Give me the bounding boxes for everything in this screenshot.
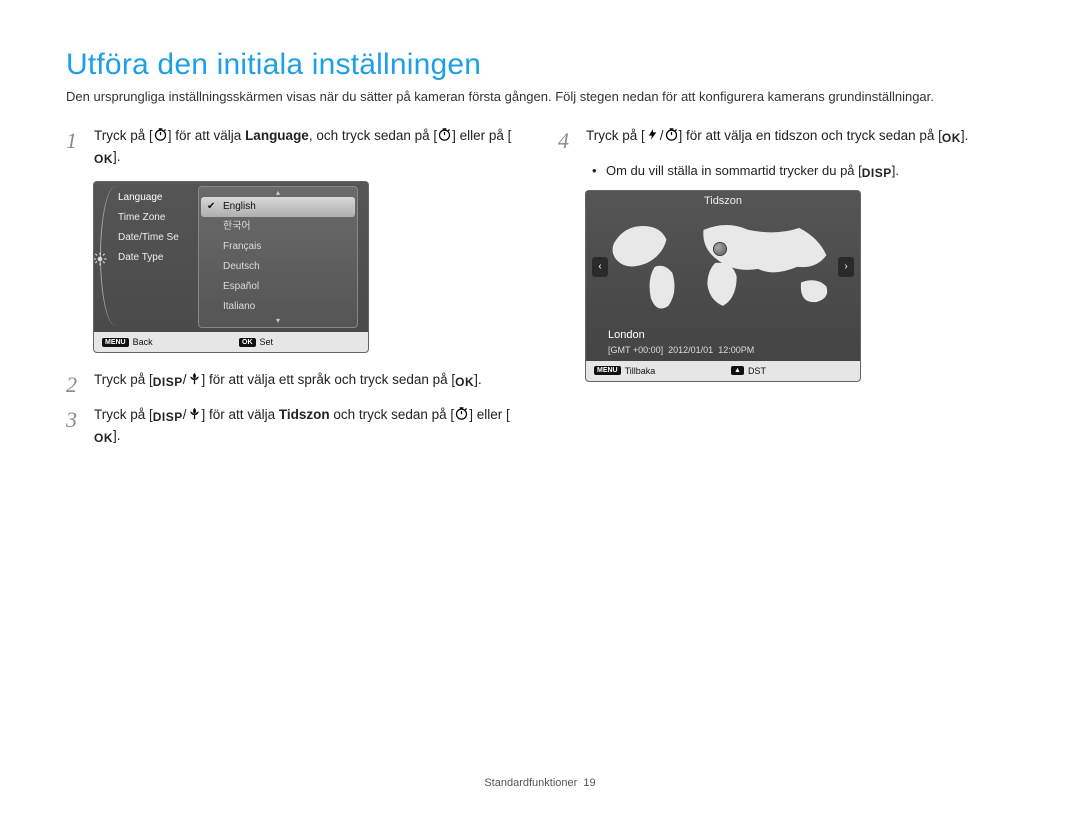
timer-icon — [664, 127, 679, 142]
step-text: och tryck sedan på [ — [330, 407, 455, 422]
tz-next-arrow: › — [838, 257, 854, 277]
tz-info: [GMT +00:00] 2012/01/01 12:00PM — [608, 345, 754, 355]
left-column: 1 Tryck på [] för att välja Language, oc… — [66, 126, 522, 461]
ok-icon: OK — [942, 131, 961, 146]
step-number: 4 — [558, 124, 569, 158]
right-column: 4 Tryck på [/] för att välja en tidszon … — [558, 126, 1014, 461]
step-text: ]. — [113, 149, 121, 164]
step-number: 2 — [66, 368, 77, 402]
footer-section: Standardfunktioner — [484, 777, 577, 789]
footer-page: 19 — [583, 777, 595, 789]
step-text: ] för att välja en tidszon och tryck sed… — [679, 128, 942, 143]
ok-icon: OK — [455, 375, 474, 390]
step-4-sub: Om du vill ställa in sommartid trycker d… — [558, 161, 1014, 181]
disp-icon: DISP — [153, 410, 183, 425]
timer-icon — [437, 127, 452, 142]
tz-title: Tidszon — [586, 191, 860, 207]
tz-gmt: [GMT +00:00] — [608, 345, 663, 355]
step-bold: Tidszon — [279, 407, 330, 422]
tz-time: 12:00PM — [718, 345, 754, 355]
menu-key-icon: MENU — [102, 338, 129, 347]
step-number: 3 — [66, 403, 77, 437]
lang-option-korean: 한국어 — [201, 217, 355, 237]
chevron-up-icon: ▴ — [201, 189, 355, 197]
step-number: 1 — [66, 124, 77, 158]
side-item-timezone: Time Zone — [118, 208, 198, 228]
step-text: ]. — [113, 428, 121, 443]
step-text: ] för att välja — [202, 407, 279, 422]
step-text: ] för att välja — [168, 128, 245, 143]
world-map — [606, 213, 840, 313]
footer-tillbaka-label: Tillbaka — [625, 366, 656, 376]
chevron-down-icon: ▾ — [201, 317, 355, 325]
step-text: ] för att välja ett språk och tryck seda… — [202, 372, 456, 387]
tz-city: London — [608, 329, 645, 341]
footer-dst-label: DST — [748, 366, 766, 376]
lang-option-espanol: Español — [201, 277, 355, 297]
up-key-icon: ▲ — [731, 366, 744, 375]
step-text: ] eller [ — [469, 407, 510, 422]
page-title: Utföra den initiala inställningen — [66, 48, 1014, 82]
step-bold: Language — [245, 128, 309, 143]
lang-option-deutsch: Deutsch — [201, 257, 355, 277]
step-text: Tryck på [ — [94, 128, 153, 143]
side-item-language: Language — [118, 188, 198, 208]
lang-option-francais: Français — [201, 237, 355, 257]
side-item-datetype: Date Type — [118, 248, 198, 268]
step-text: ]. — [474, 372, 482, 387]
tz-date: 2012/01/01 — [668, 345, 713, 355]
step-text: ]. — [961, 128, 969, 143]
footer-back-label: Back — [133, 337, 153, 347]
step-1: 1 Tryck på [ ] för att välja Language, oc… — [66, 126, 522, 168]
location-pin-icon — [714, 243, 726, 255]
timezone-screen: Tidszon ‹ › London — [586, 191, 860, 381]
timer-icon — [153, 127, 168, 142]
gear-icon — [94, 252, 107, 266]
macro-icon — [187, 406, 202, 421]
flash-icon — [645, 127, 660, 142]
lang-option-english: English — [201, 197, 355, 217]
step-3: 3 Tryck på [DISP/] för att välja Tidszon… — [66, 405, 522, 447]
ok-icon: OK — [94, 152, 113, 167]
step-text: Tryck på [ — [586, 128, 645, 143]
language-screen: Language Time Zone Date/Time Se Date Typ… — [94, 182, 368, 352]
step-text: Tryck på [ — [94, 407, 153, 422]
page-footer: Standardfunktioner 19 — [0, 777, 1080, 789]
ok-icon: OK — [94, 431, 113, 446]
footer-set-label: Set — [260, 337, 274, 347]
step-text: , och tryck sedan på [ — [309, 128, 437, 143]
disp-icon: DISP — [153, 375, 183, 390]
ok-key-icon: OK — [239, 338, 256, 347]
macro-icon — [187, 371, 202, 386]
menu-key-icon: MENU — [594, 366, 621, 375]
step-text: ] eller på [ — [452, 128, 511, 143]
side-item-datetime: Date/Time Se — [118, 228, 198, 248]
step-text: Tryck på [ — [94, 372, 153, 387]
timer-icon — [454, 406, 469, 421]
intro-text: Den ursprungliga inställningsskärmen vis… — [66, 88, 1014, 106]
sub-text: Om du vill ställa in sommartid trycker d… — [606, 163, 862, 178]
step-4: 4 Tryck på [/] för att välja en tidszon … — [558, 126, 1014, 147]
lang-option-italiano: Italiano — [201, 297, 355, 317]
step-2: 2 Tryck på [DISP/] för att välja ett spr… — [66, 370, 522, 391]
sub-text: ]. — [892, 163, 899, 178]
disp-icon: DISP — [862, 166, 892, 181]
language-popup: ▴ English 한국어 Français Deutsch Español I… — [198, 186, 358, 328]
